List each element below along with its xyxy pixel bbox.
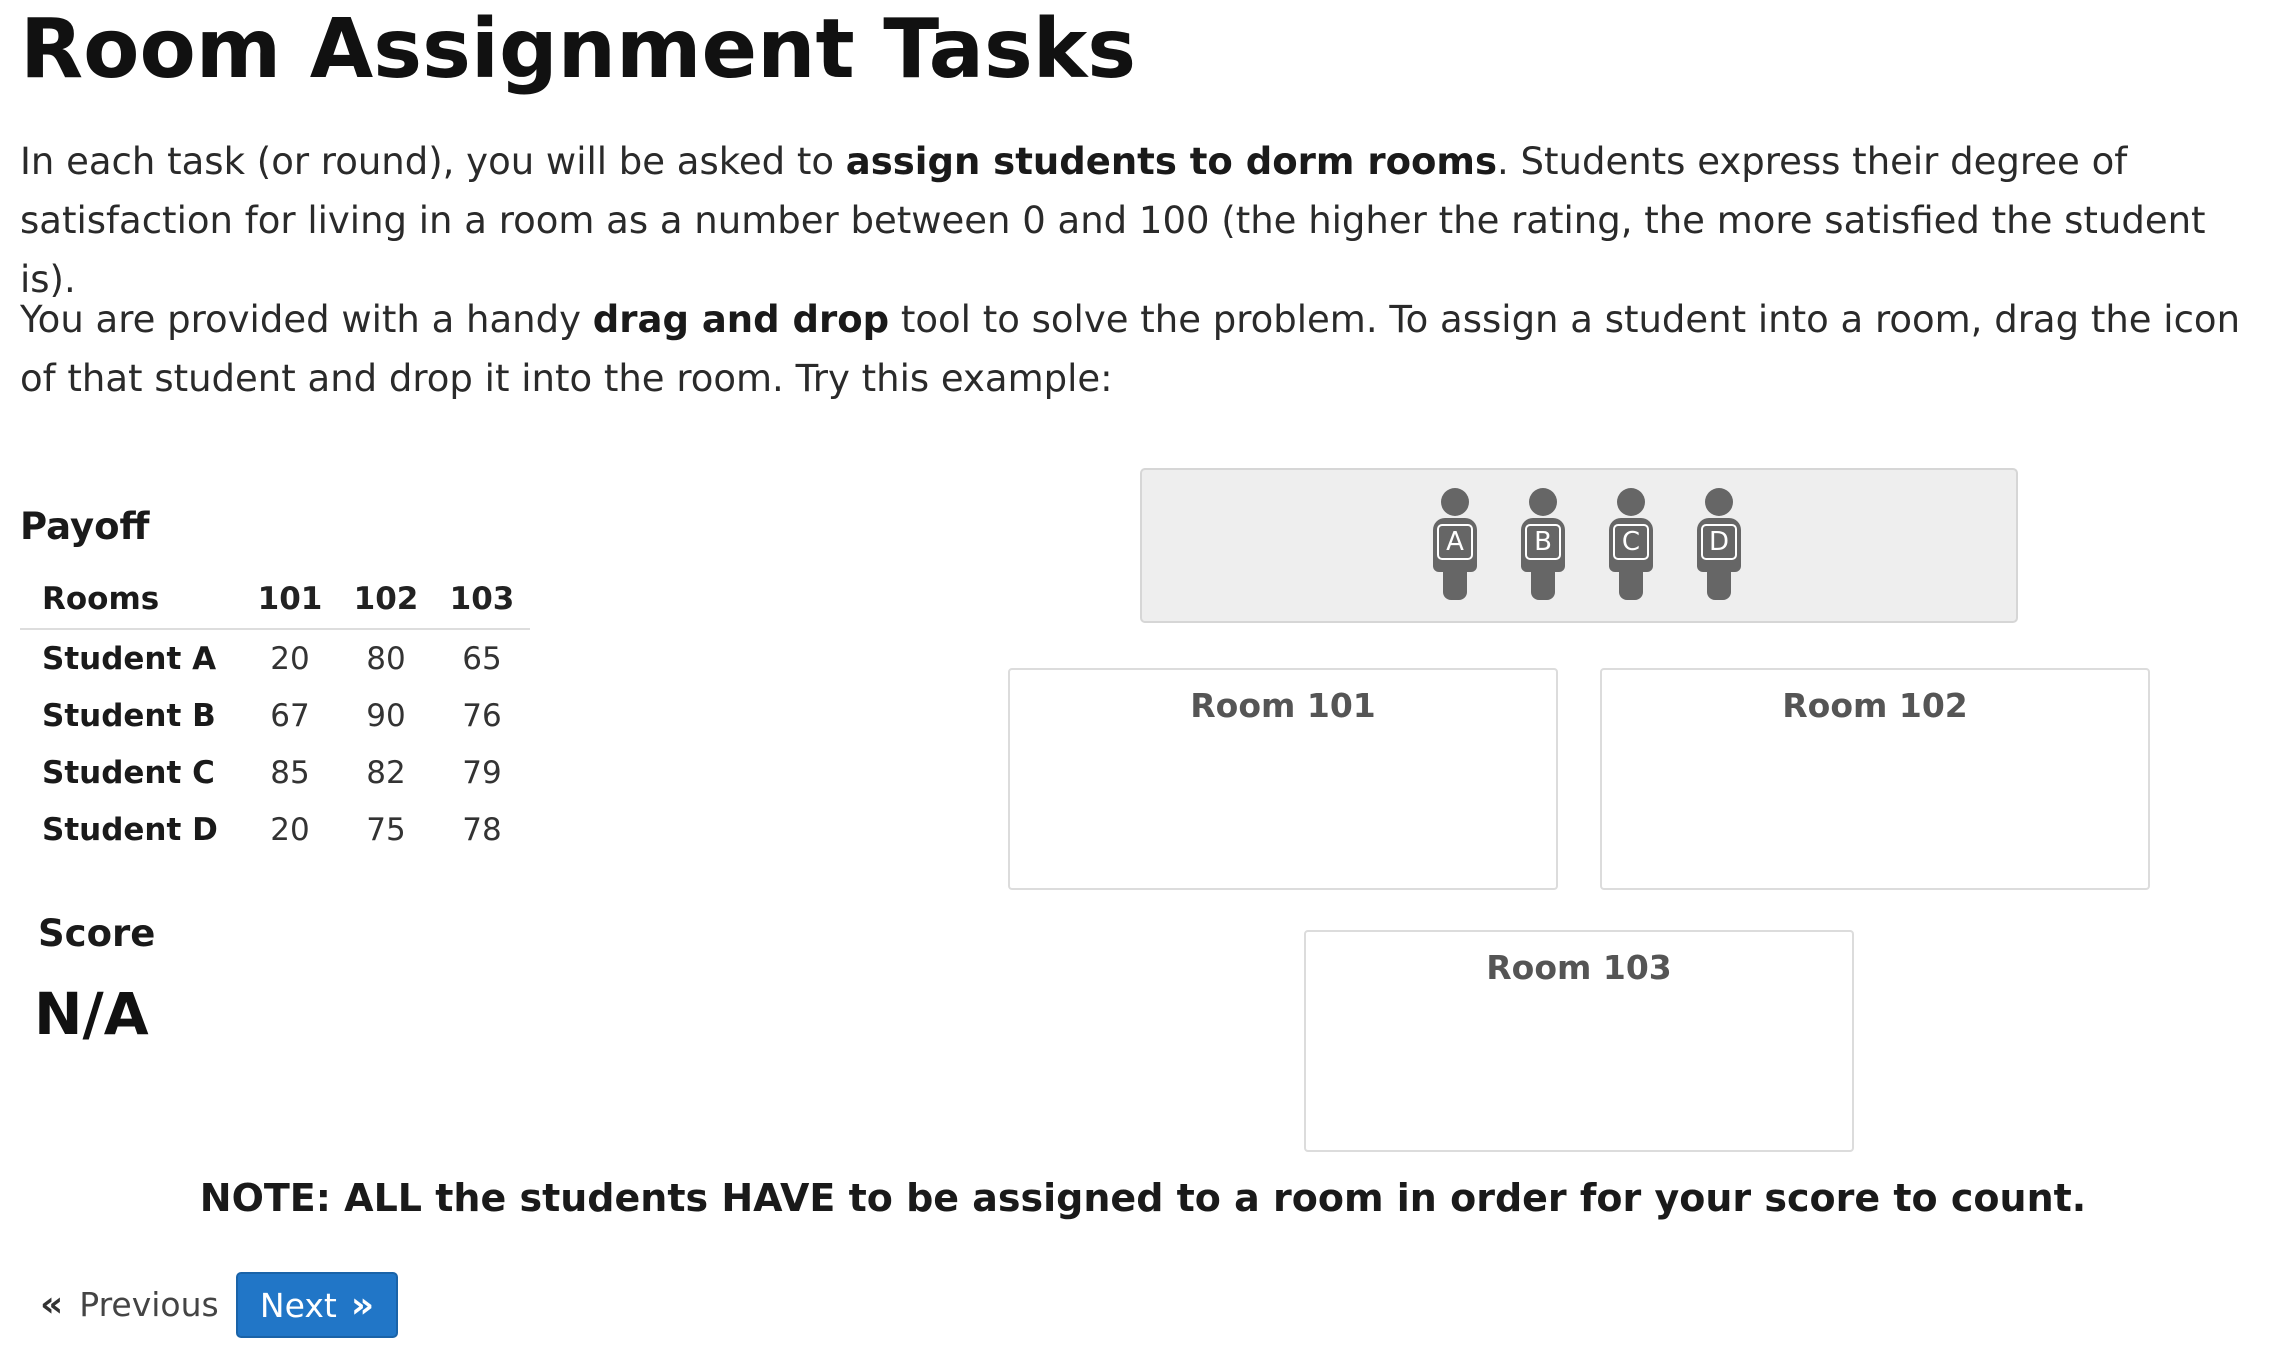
intro-text: You are provided with a handy [20,298,593,341]
payoff-cell: 65 [462,640,502,677]
payoff-header-room: 103 [449,581,515,617]
room-102-dropzone[interactable]: Room 102 [1600,668,2150,890]
intro-text: In each task (or round), you will be ask… [20,140,846,183]
student-letter: D [1701,524,1737,560]
assignment-note: NOTE: ALL the students HAVE to be assign… [199,1176,2087,1220]
room-label: Room 102 [1782,686,1968,725]
student-name: Student D [42,811,218,848]
intro-paragraph-1: In each task (or round), you will be ask… [20,132,2270,309]
student-c-draggable[interactable]: C [1609,488,1653,600]
previous-label: Previous [79,1284,219,1324]
payoff-title: Payoff [20,505,150,548]
payoff-table: Rooms 101 102 103 Student A 20 80 65 Stu… [20,570,530,858]
score-value: N/A [34,980,149,1048]
intro-paragraph-2: You are provided with a handy drag and d… [20,290,2270,408]
table-row: Student A 20 80 65 [20,629,530,687]
intro-emphasis: assign students to dorm rooms [845,140,1497,183]
student-name: Student A [42,640,217,677]
payoff-cell: 78 [462,811,502,848]
payoff-cell: 20 [270,811,310,848]
room-103-dropzone[interactable]: Room 103 [1304,930,1854,1152]
student-b-draggable[interactable]: B [1521,488,1565,600]
room-label: Room 103 [1486,948,1672,987]
student-name: Student C [42,754,215,791]
payoff-cell: 79 [462,754,502,791]
score-title: Score [38,912,156,955]
student-tray[interactable]: A B C D [1140,468,2018,623]
student-d-draggable[interactable]: D [1697,488,1741,600]
student-letter: A [1437,524,1473,560]
table-row: Student C 85 82 79 [20,744,530,801]
room-label: Room 101 [1190,686,1376,725]
student-name: Student B [42,697,216,734]
next-button[interactable]: Next » [236,1272,398,1338]
double-chevron-left-icon: « [40,1283,64,1325]
payoff-cell: 75 [366,811,406,848]
payoff-cell: 76 [462,697,502,734]
double-chevron-right-icon: » [350,1284,375,1326]
payoff-header-room: 102 [353,581,419,617]
table-row: Student B 67 90 76 [20,687,530,744]
student-letter: B [1525,524,1561,560]
student-letter: C [1613,524,1649,560]
previous-button[interactable]: « Previous [40,1273,219,1335]
payoff-cell: 90 [366,697,406,734]
room-101-dropzone[interactable]: Room 101 [1008,668,1558,890]
student-a-draggable[interactable]: A [1433,488,1477,600]
payoff-header-rooms: Rooms [42,581,160,617]
payoff-cell: 82 [366,754,406,791]
payoff-cell: 80 [366,640,406,677]
payoff-cell: 67 [270,697,310,734]
intro-emphasis: drag and drop [592,298,890,341]
page-title: Room Assignment Tasks [20,2,1137,97]
table-row: Student D 20 75 78 [20,801,530,858]
payoff-cell: 85 [270,754,310,791]
payoff-header-row: Rooms 101 102 103 [20,570,530,629]
next-label: Next [259,1285,337,1325]
payoff-cell: 20 [270,640,310,677]
payoff-header-room: 101 [257,581,323,617]
